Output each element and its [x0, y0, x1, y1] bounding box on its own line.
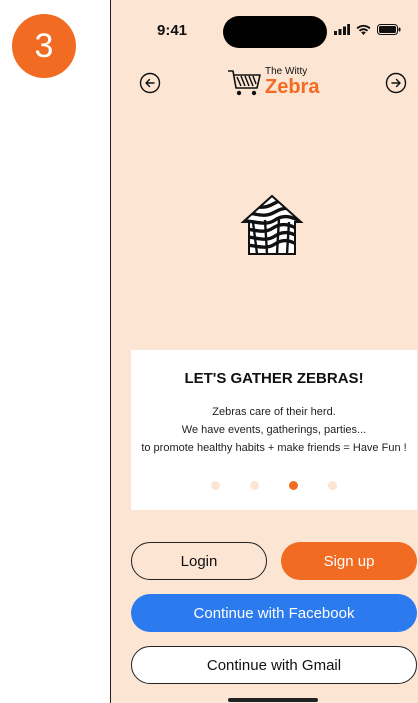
onboarding-line: Zebras care of their herd. [212, 406, 336, 418]
continue-with-facebook-button[interactable]: Continue with Facebook [131, 594, 417, 632]
onboarding-description: Zebras care of their herd. We have event… [131, 403, 417, 457]
wifi-icon [356, 24, 371, 35]
login-button[interactable]: Login [131, 542, 267, 580]
status-icons [334, 24, 401, 35]
status-bar: 9:41 [111, 0, 418, 60]
home-indicator [228, 698, 318, 702]
dynamic-island [223, 16, 327, 48]
page-dot[interactable] [328, 481, 337, 490]
continue-with-gmail-button[interactable]: Continue with Gmail [131, 646, 417, 684]
onboarding-line: to promote healthy habits + make friends… [141, 442, 407, 454]
zebra-cart-icon [228, 70, 261, 96]
page-indicator [131, 481, 417, 490]
page-dot-active[interactable] [289, 481, 298, 490]
arrow-left-circle-icon[interactable] [139, 72, 161, 94]
signup-button[interactable]: Sign up [281, 542, 417, 580]
signal-icon [334, 24, 350, 35]
onboarding-title: LET'S GATHER ZEBRAS! [184, 370, 364, 387]
arrow-right-circle-icon[interactable] [385, 72, 407, 94]
step-number: 3 [34, 26, 54, 65]
brand-logo: The Witty Zebra [227, 66, 337, 102]
phone-screen: 9:41 The Witty Zebra LET'S GATHER ZEBRAS… [110, 0, 418, 703]
zebra-house-icon [240, 194, 304, 255]
onboarding-line: We have events, gatherings, parties... [181, 424, 367, 436]
nav-row: The Witty Zebra [111, 66, 418, 106]
battery-icon [377, 24, 401, 35]
page-dot[interactable] [250, 481, 259, 490]
page-dot[interactable] [211, 481, 220, 490]
onboarding-card: LET'S GATHER ZEBRAS! Zebras care of thei… [131, 350, 417, 510]
step-badge: 3 [12, 14, 76, 78]
status-time: 9:41 [157, 22, 188, 39]
brand-name: Zebra [265, 76, 320, 98]
